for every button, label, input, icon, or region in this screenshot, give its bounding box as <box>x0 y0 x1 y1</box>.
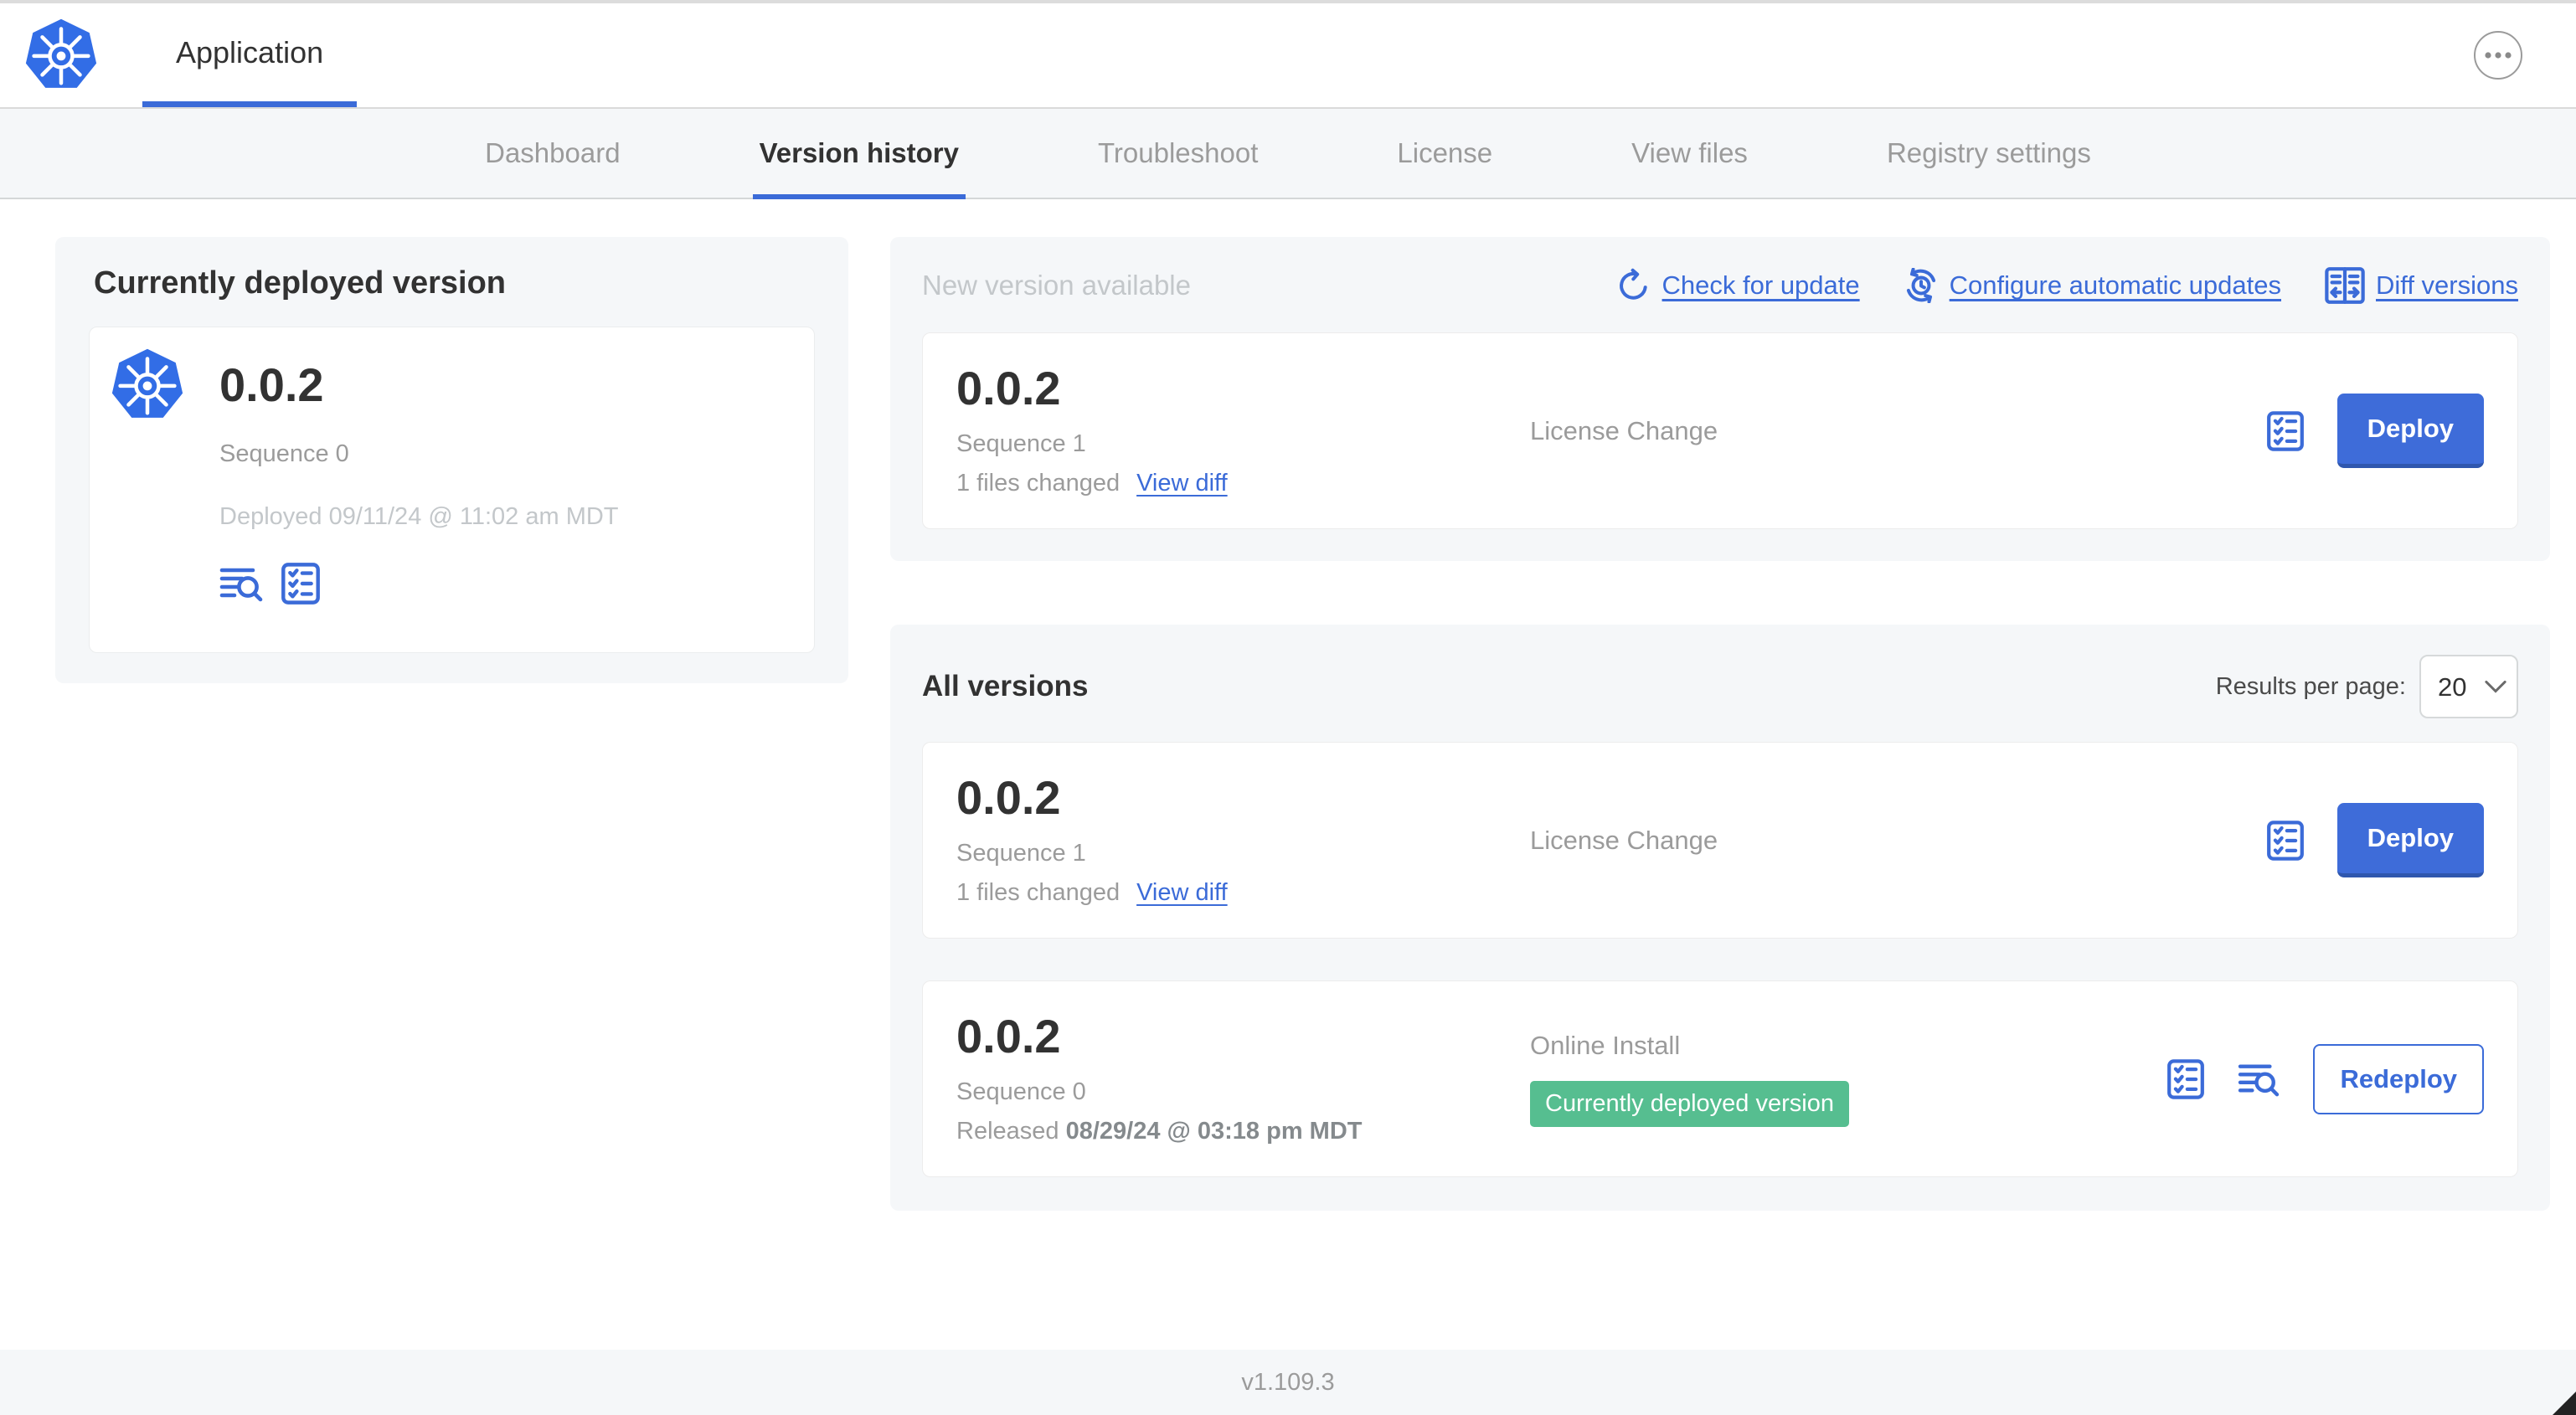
diff-icon <box>2325 267 2365 304</box>
view-diff-link[interactable]: View diff <box>1136 470 1228 497</box>
tab-registry-settings[interactable]: Registry settings <box>1880 109 2098 198</box>
view-logs-button[interactable] <box>219 565 263 602</box>
new-version-title: New version available <box>922 270 1191 301</box>
files-changed-text: 1 files changed <box>956 878 1121 906</box>
check-for-update-link[interactable]: Check for update <box>1616 268 1860 303</box>
version-sequence: Sequence 1 <box>956 430 1086 457</box>
results-per-page-select[interactable]: 20 <box>2419 655 2518 718</box>
view-diff-link[interactable]: View diff <box>1136 879 1228 907</box>
version-released-timestamp: Released 08/29/24 @ 03:18 pm MDT <box>956 1117 1363 1145</box>
mouse-cursor <box>2553 1392 2576 1415</box>
version-config-button[interactable] <box>2266 410 2304 451</box>
diff-versions-link[interactable]: Diff versions <box>2325 267 2518 304</box>
currently-deployed-panel: Currently deployed version 0.0.2 Sequenc… <box>55 237 848 683</box>
currently-deployed-title: Currently deployed version <box>94 265 507 301</box>
footer: v1.109.3 <box>0 1350 2576 1415</box>
console-version-label: v1.109.3 <box>1241 1368 1335 1396</box>
app-tab-label: Application <box>176 34 324 69</box>
more-options-button[interactable] <box>2474 31 2522 80</box>
tab-view-files[interactable]: View files <box>1625 109 1754 198</box>
version-config-icon <box>2167 1058 2205 1099</box>
version-sequence: Sequence 0 <box>956 1078 1086 1105</box>
version-source-label: Online Install <box>1530 1031 1681 1060</box>
version-config-icon <box>281 562 320 605</box>
version-number: 0.0.2 <box>956 362 1061 415</box>
current-version-deployed-timestamp: Deployed 09/11/24 @ 11:02 am MDT <box>219 502 619 530</box>
current-version-info: 0.0.2 Sequence 0 Deployed 09/11/24 @ 11:… <box>219 358 619 605</box>
currently-deployed-card: 0.0.2 Sequence 0 Deployed 09/11/24 @ 11:… <box>89 327 815 653</box>
app-nav-tabbar: Dashboard Version history Troubleshoot L… <box>0 107 2576 199</box>
tab-dashboard[interactable]: Dashboard <box>478 109 626 198</box>
tab-troubleshoot[interactable]: Troubleshoot <box>1091 109 1265 198</box>
masthead: Application <box>0 3 2576 107</box>
current-version-number: 0.0.2 <box>219 358 324 411</box>
view-logs-button[interactable] <box>2238 1062 2280 1097</box>
new-version-row: 0.0.2 Sequence 1 1 files changed View di… <box>922 332 2518 529</box>
kubernetes-logo-icon <box>110 347 185 423</box>
deploy-button[interactable]: Deploy <box>2336 803 2484 877</box>
configure-automatic-updates-link[interactable]: Configure automatic updates <box>1904 268 2281 303</box>
version-sequence: Sequence 1 <box>956 839 1086 867</box>
version-number: 0.0.2 <box>956 771 1061 825</box>
right-column: New version available Check for update C… <box>890 237 2550 1211</box>
all-versions-panel: All versions Results per page: 20 0.0.2 … <box>890 625 2550 1211</box>
all-versions-title: All versions <box>922 670 1089 702</box>
version-config-button[interactable] <box>2167 1058 2205 1099</box>
view-logs-icon <box>2239 1064 2280 1096</box>
kubernetes-logo-icon <box>23 18 99 93</box>
app-tab-application[interactable]: Application <box>142 3 358 107</box>
deploy-button[interactable]: Deploy <box>2336 394 2484 468</box>
version-source-label: License Change <box>1530 415 1718 445</box>
redeploy-button[interactable]: Redeploy <box>2313 1043 2484 1114</box>
main-content: Currently deployed version 0.0.2 Sequenc… <box>0 199 2576 1350</box>
results-per-page-label: Results per page: <box>2215 672 2406 700</box>
clock-refresh-icon <box>1906 268 1935 303</box>
version-config-button[interactable] <box>281 562 320 605</box>
version-config-icon <box>2266 410 2304 451</box>
version-list-row: 0.0.2 Sequence 0 Released 08/29/24 @ 03:… <box>922 980 2518 1177</box>
tab-version-history[interactable]: Version history <box>752 109 966 199</box>
version-source-label: License Change <box>1530 825 1718 855</box>
ellipsis-icon <box>2485 52 2512 59</box>
version-config-button[interactable] <box>2266 820 2304 861</box>
current-version-sequence: Sequence 0 <box>219 440 349 467</box>
view-logs-icon <box>219 568 263 602</box>
refresh-icon <box>1619 268 1647 300</box>
new-version-panel: New version available Check for update C… <box>890 237 2550 561</box>
tab-license[interactable]: License <box>1390 109 1499 198</box>
currently-deployed-badge: Currently deployed version <box>1530 1081 1849 1127</box>
version-list-row: 0.0.2 Sequence 1 1 files changed View di… <box>922 742 2518 939</box>
files-changed-text: 1 files changed <box>956 469 1121 497</box>
version-config-icon <box>2266 820 2304 861</box>
version-number: 0.0.2 <box>956 1010 1061 1063</box>
